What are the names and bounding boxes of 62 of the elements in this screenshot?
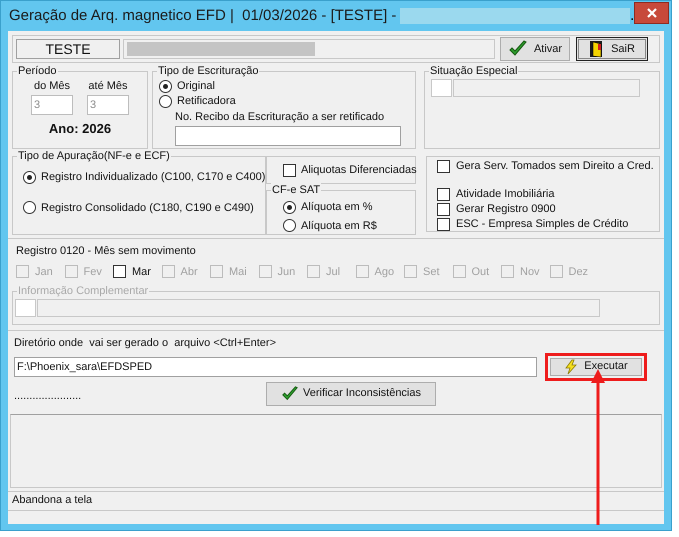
- radio-button[interactable]: [283, 200, 296, 214]
- receipt-number-field[interactable]: [175, 126, 401, 146]
- month-label: Mar: [132, 264, 151, 280]
- code-field[interactable]: [431, 79, 452, 97]
- year-label: Ano: 2026: [48, 120, 112, 138]
- close-button[interactable]: [634, 2, 669, 24]
- dotted-label: ......................: [14, 389, 82, 404]
- directory-field[interactable]: F:\Phoenix_sara\EFDSPED: [14, 356, 537, 376]
- radio-button[interactable]: [159, 80, 172, 93]
- month-label: Ago: [374, 264, 394, 280]
- month-label: Dez: [568, 264, 588, 280]
- checkmark-icon: [281, 384, 299, 402]
- radio-label: Retificadora: [177, 94, 236, 110]
- status-text: Abandona a tela: [12, 493, 92, 508]
- lightning-icon: [564, 358, 578, 374]
- radio-label: Alíquota em %: [301, 200, 373, 215]
- month-label: Jun: [278, 264, 296, 280]
- month-label: Out: [472, 264, 490, 280]
- field-label: até Mês: [88, 79, 128, 94]
- month-label: Jul: [326, 264, 340, 280]
- window-title: Geração de Arq. magnetico EFD | 01/03/2026 - [TESTE] -: [9, 6, 396, 26]
- radio-button[interactable]: [23, 170, 36, 184]
- radio-label: Registro Consolidado (C180, C190 e C490): [41, 200, 254, 216]
- checkbox[interactable]: [283, 164, 296, 176]
- group-title: Tipo de Apuração(NF-e e ECF): [17, 149, 171, 163]
- execute-button[interactable]: Executar: [550, 358, 642, 376]
- checkbox[interactable]: [437, 203, 450, 216]
- code-field[interactable]: [15, 299, 36, 317]
- group-title: Situação Especial: [429, 64, 518, 78]
- radio-button[interactable]: [159, 95, 172, 108]
- radio-button[interactable]: [23, 201, 36, 214]
- checkbox[interactable]: [437, 188, 450, 201]
- group-title: Informação Complementar: [17, 284, 150, 298]
- company-code-field: TESTE: [16, 39, 120, 59]
- exit-button[interactable]: SaiR: [576, 37, 648, 61]
- radio-label: Registro Individualizado (C100, C170 e C400): [41, 170, 266, 185]
- checkbox-label: Gera Serv. Tomados sem Direito a Cred.: [456, 159, 654, 174]
- activate-button[interactable]: Ativar: [500, 37, 570, 61]
- checkbox-label: Atividade Imobiliária: [456, 187, 554, 202]
- field-label: No. Recibo da Escrituração a ser retificado: [175, 110, 386, 125]
- month-label: Abr: [180, 264, 198, 280]
- month-label: Fev: [84, 264, 102, 280]
- month-label: Mai: [229, 264, 247, 280]
- month-label: Set: [423, 264, 440, 280]
- checkbox[interactable]: [113, 265, 126, 278]
- radio-label: Original: [177, 79, 215, 94]
- checkbox-label: Gerar Registro 0900: [456, 202, 556, 218]
- month-label: Jan: [35, 264, 53, 280]
- group-title: Tipo de Escrituração: [157, 64, 260, 78]
- radio-button[interactable]: [283, 219, 296, 232]
- close-icon: [646, 8, 657, 18]
- window-title-end: .: [630, 6, 634, 26]
- checkbox-label: Aliquotas Diferenciadas: [301, 162, 417, 178]
- section-title: Registro 0120 - Mês sem movimento: [16, 244, 197, 259]
- radio-label: Alíquota em R$: [301, 218, 377, 234]
- checkbox[interactable]: [437, 218, 450, 231]
- verify-button[interactable]: Verificar Inconsistências: [266, 382, 436, 406]
- checkbox-label: ESC - Empresa Simples de Crédito: [456, 217, 628, 232]
- field-label: Diretório onde vai ser gerado o arquivo <Ctrl+Enter>: [14, 336, 278, 351]
- field-label: do Mês: [34, 79, 70, 94]
- checkbox[interactable]: [437, 160, 450, 173]
- month-label: Nov: [520, 264, 540, 280]
